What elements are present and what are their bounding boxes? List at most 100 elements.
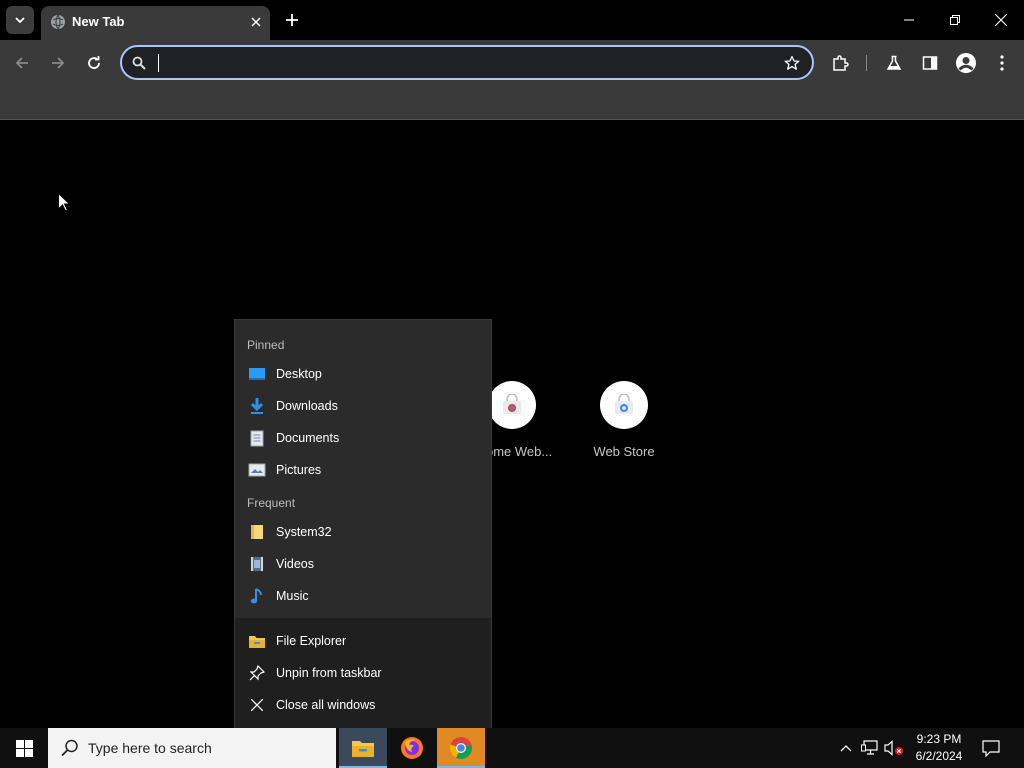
title-bar: New Tab bbox=[0, 0, 1024, 40]
network-button[interactable] bbox=[860, 738, 880, 758]
jump-item-label: Unpin from taskbar bbox=[276, 666, 382, 680]
address-input[interactable] bbox=[156, 51, 756, 75]
jump-task-unpin[interactable]: Unpin from taskbar bbox=[235, 657, 491, 689]
plus-icon bbox=[286, 14, 298, 26]
restore-icon bbox=[950, 15, 960, 25]
jump-item-label: System32 bbox=[276, 525, 332, 539]
minimize-icon bbox=[904, 19, 914, 21]
text-caret bbox=[158, 54, 159, 72]
search-placeholder: Type here to search bbox=[88, 740, 212, 756]
file-explorer-icon bbox=[352, 741, 374, 757]
jump-item-system32[interactable]: System32 bbox=[235, 516, 491, 548]
forward-button[interactable] bbox=[46, 51, 70, 75]
jump-item-label: Pictures bbox=[276, 463, 322, 477]
network-icon bbox=[861, 740, 878, 755]
reload-button[interactable] bbox=[82, 51, 106, 75]
jump-item-label: Downloads bbox=[276, 399, 338, 413]
back-arrow-icon bbox=[15, 57, 28, 69]
clock-time: 9:23 PM bbox=[916, 732, 962, 746]
taskbar-firefox[interactable] bbox=[388, 728, 436, 768]
search-icon bbox=[132, 56, 146, 70]
close-window-button[interactable] bbox=[978, 0, 1024, 40]
show-hidden-icons-button[interactable] bbox=[836, 738, 856, 758]
jump-item-label: File Explorer bbox=[276, 634, 347, 648]
forward-arrow-icon bbox=[52, 57, 65, 69]
jump-item-videos[interactable]: Videos bbox=[235, 548, 491, 580]
web-store-icon bbox=[615, 394, 633, 414]
jump-item-label: Documents bbox=[276, 431, 340, 445]
frequent-header: Frequent bbox=[247, 496, 296, 510]
close-icon bbox=[248, 696, 266, 714]
notification-icon bbox=[982, 739, 1000, 757]
side-panel-button[interactable] bbox=[918, 51, 942, 75]
jump-task-close-all[interactable]: Close all windows bbox=[235, 689, 491, 721]
jump-item-pictures[interactable]: Pictures bbox=[235, 454, 491, 486]
back-button[interactable] bbox=[10, 51, 34, 75]
tab-close-button[interactable] bbox=[247, 13, 265, 31]
chrome-icon bbox=[449, 737, 472, 759]
videos-folder-icon bbox=[248, 555, 266, 573]
menu-button[interactable] bbox=[990, 51, 1014, 75]
action-center-button[interactable] bbox=[981, 738, 1001, 758]
jump-task-file-explorer[interactable]: File Explorer bbox=[235, 625, 491, 657]
shortcut-label: Web Store bbox=[593, 444, 655, 459]
more-vert-icon bbox=[1000, 55, 1004, 71]
shortcut-tile bbox=[600, 381, 648, 429]
downloads-folder-icon bbox=[248, 397, 266, 415]
desktop-folder-icon bbox=[248, 365, 266, 383]
minimize-button[interactable] bbox=[886, 0, 932, 40]
reload-icon bbox=[88, 56, 100, 69]
taskbar-search-box[interactable]: Type here to search bbox=[48, 728, 336, 768]
bookmarks-bar bbox=[0, 86, 1024, 120]
bookmark-button[interactable] bbox=[781, 52, 803, 74]
music-folder-icon bbox=[248, 587, 266, 605]
taskbar-chrome[interactable] bbox=[437, 728, 485, 768]
documents-folder-icon bbox=[248, 429, 266, 447]
taskbar-file-explorer[interactable] bbox=[339, 728, 387, 768]
jump-item-label: Music bbox=[276, 589, 309, 603]
pinned-header: Pinned bbox=[247, 338, 285, 352]
windows-logo-icon bbox=[15, 739, 33, 757]
globe-icon bbox=[51, 14, 65, 30]
toolbar-divider bbox=[866, 55, 867, 71]
address-bar[interactable] bbox=[120, 45, 814, 80]
speaker-muted-icon bbox=[884, 740, 903, 756]
labs-button[interactable] bbox=[882, 51, 906, 75]
jump-item-desktop[interactable]: Desktop bbox=[235, 358, 491, 390]
restore-button[interactable] bbox=[932, 0, 978, 40]
chevron-up-icon bbox=[840, 745, 852, 752]
start-button[interactable] bbox=[0, 728, 48, 768]
folder-icon bbox=[248, 523, 266, 541]
shortcut-web-store[interactable]: Web Store bbox=[568, 381, 680, 459]
tab-search-button[interactable] bbox=[6, 6, 34, 34]
taskbar: Type here to search 9:23 PM 6/2/2024 bbox=[0, 728, 1024, 768]
jump-item-documents[interactable]: Documents bbox=[235, 422, 491, 454]
jump-item-downloads[interactable]: Downloads bbox=[235, 390, 491, 422]
search-icon bbox=[61, 739, 78, 757]
jump-item-music[interactable]: Music bbox=[235, 580, 491, 612]
chrome-web-store-icon bbox=[503, 394, 521, 414]
chevron-down-icon bbox=[15, 17, 25, 24]
avatar-icon bbox=[956, 53, 976, 73]
clock-date: 6/2/2024 bbox=[915, 749, 963, 763]
shortcut-tile bbox=[488, 381, 536, 429]
close-icon bbox=[251, 17, 261, 27]
volume-button[interactable] bbox=[884, 738, 904, 758]
firefox-icon bbox=[401, 737, 423, 759]
file-explorer-icon bbox=[248, 632, 266, 650]
tab-title: New Tab bbox=[72, 14, 125, 29]
tab-new-tab[interactable]: New Tab bbox=[41, 6, 270, 40]
close-icon bbox=[995, 14, 1007, 26]
new-tab-button[interactable] bbox=[281, 9, 303, 31]
jump-list-tasks: File Explorer Unpin from taskbar Close a… bbox=[235, 618, 491, 728]
mouse-cursor-icon bbox=[58, 193, 70, 212]
flask-icon bbox=[886, 55, 902, 70]
extensions-button[interactable] bbox=[828, 51, 852, 75]
jump-item-label: Close all windows bbox=[276, 698, 376, 712]
unpin-icon bbox=[248, 664, 266, 682]
system-clock[interactable]: 9:23 PM 6/2/2024 bbox=[906, 731, 972, 765]
browser-toolbar bbox=[0, 40, 1024, 86]
new-tab-page: ome Web... Web Store bbox=[0, 121, 1024, 728]
profile-button[interactable] bbox=[954, 51, 978, 75]
taskbar-jump-list: Pinned Desktop Downloads Documents Pictu… bbox=[234, 319, 492, 728]
